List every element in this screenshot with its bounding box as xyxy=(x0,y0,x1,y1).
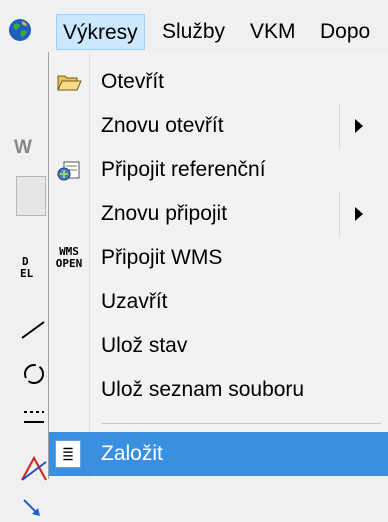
menu-separator xyxy=(101,423,381,424)
menu-item-uzavrit[interactable]: Uzavřít xyxy=(49,280,388,324)
menu-item-pripojit-wms[interactable]: WMS OPEN Připojit WMS xyxy=(49,236,388,280)
attach-reference-icon xyxy=(57,161,80,181)
window-title-fragment: W xyxy=(14,137,32,158)
menu-item-znovu-otevrit[interactable]: Znovu otevřít xyxy=(49,104,388,148)
menu-item-zalozit[interactable]: Založit xyxy=(49,432,388,476)
triangle-icon[interactable] xyxy=(18,452,50,484)
menu-item-uloz-stav[interactable]: Ulož stav xyxy=(49,324,388,368)
menu-item-label: Připojit referenční xyxy=(101,158,266,181)
menu-item-label: Uzavřít xyxy=(101,290,168,313)
circle-icon[interactable] xyxy=(18,358,50,390)
submenu-divider xyxy=(339,104,340,148)
menu-item-label: Ulož stav xyxy=(101,334,188,357)
menu-item-label: Otevřít xyxy=(101,70,165,93)
menu-item-label: Připojit WMS xyxy=(101,246,223,269)
menu-item-label: Ulož seznam souboru xyxy=(101,378,305,401)
menu-item-znovu-pripojit[interactable]: Znovu připojit xyxy=(49,192,388,236)
menu-item-otevrit[interactable]: Otevřít xyxy=(49,60,388,104)
menu-item-uloz-seznam-souboru[interactable]: Ulož seznam souboru xyxy=(49,368,388,412)
submenu-arrow-icon xyxy=(355,207,363,221)
submenu-divider xyxy=(339,192,340,236)
vykresy-dropdown-menu: Otevřít Znovu otevřít Připojit referenčn… xyxy=(48,52,388,479)
menu-item-label: Znovu připojit xyxy=(101,202,228,225)
submenu-arrow-icon xyxy=(355,119,363,133)
menu-item-label: Založit xyxy=(101,442,163,465)
open-folder-icon xyxy=(57,75,82,91)
del-icon[interactable]: D EL xyxy=(18,252,50,284)
line-icon[interactable] xyxy=(18,314,50,346)
menu-vykresy[interactable]: Výkresy xyxy=(56,14,145,50)
arrow-icon[interactable] xyxy=(18,490,50,522)
toolbar-button[interactable] xyxy=(16,176,46,216)
dimension-icon[interactable] xyxy=(18,400,50,432)
menu-vkm[interactable]: VKM xyxy=(244,14,302,50)
menu-item-pripojit-referencni[interactable]: Připojit referenční xyxy=(49,148,388,192)
svg-text:EL: EL xyxy=(20,267,34,280)
menu-sluzby[interactable]: Služby xyxy=(156,14,231,50)
document-icon xyxy=(55,440,81,468)
globe-icon[interactable] xyxy=(8,18,32,42)
wms-icon: WMS OPEN xyxy=(55,245,83,270)
menu-item-label: Znovu otevřít xyxy=(101,114,224,137)
menu-dopo[interactable]: Dopo xyxy=(314,14,376,50)
